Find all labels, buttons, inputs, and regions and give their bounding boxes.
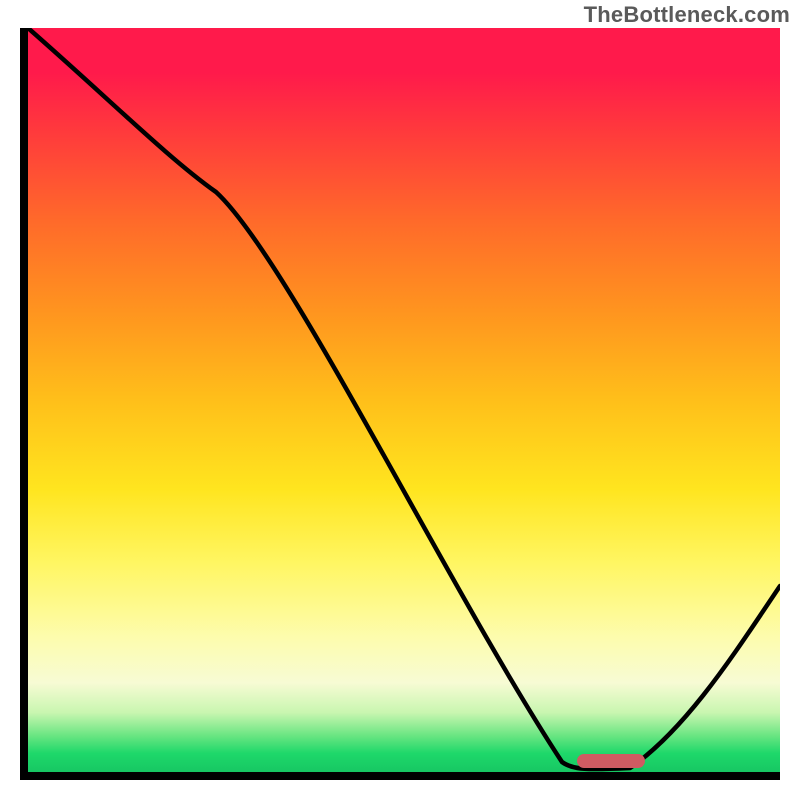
chart-container: TheBottleneck.com	[0, 0, 800, 800]
watermark-text: TheBottleneck.com	[584, 2, 790, 28]
plot-area	[20, 28, 780, 780]
optimal-range-marker	[577, 754, 645, 768]
line-series	[28, 28, 780, 772]
curve-path	[28, 28, 780, 769]
